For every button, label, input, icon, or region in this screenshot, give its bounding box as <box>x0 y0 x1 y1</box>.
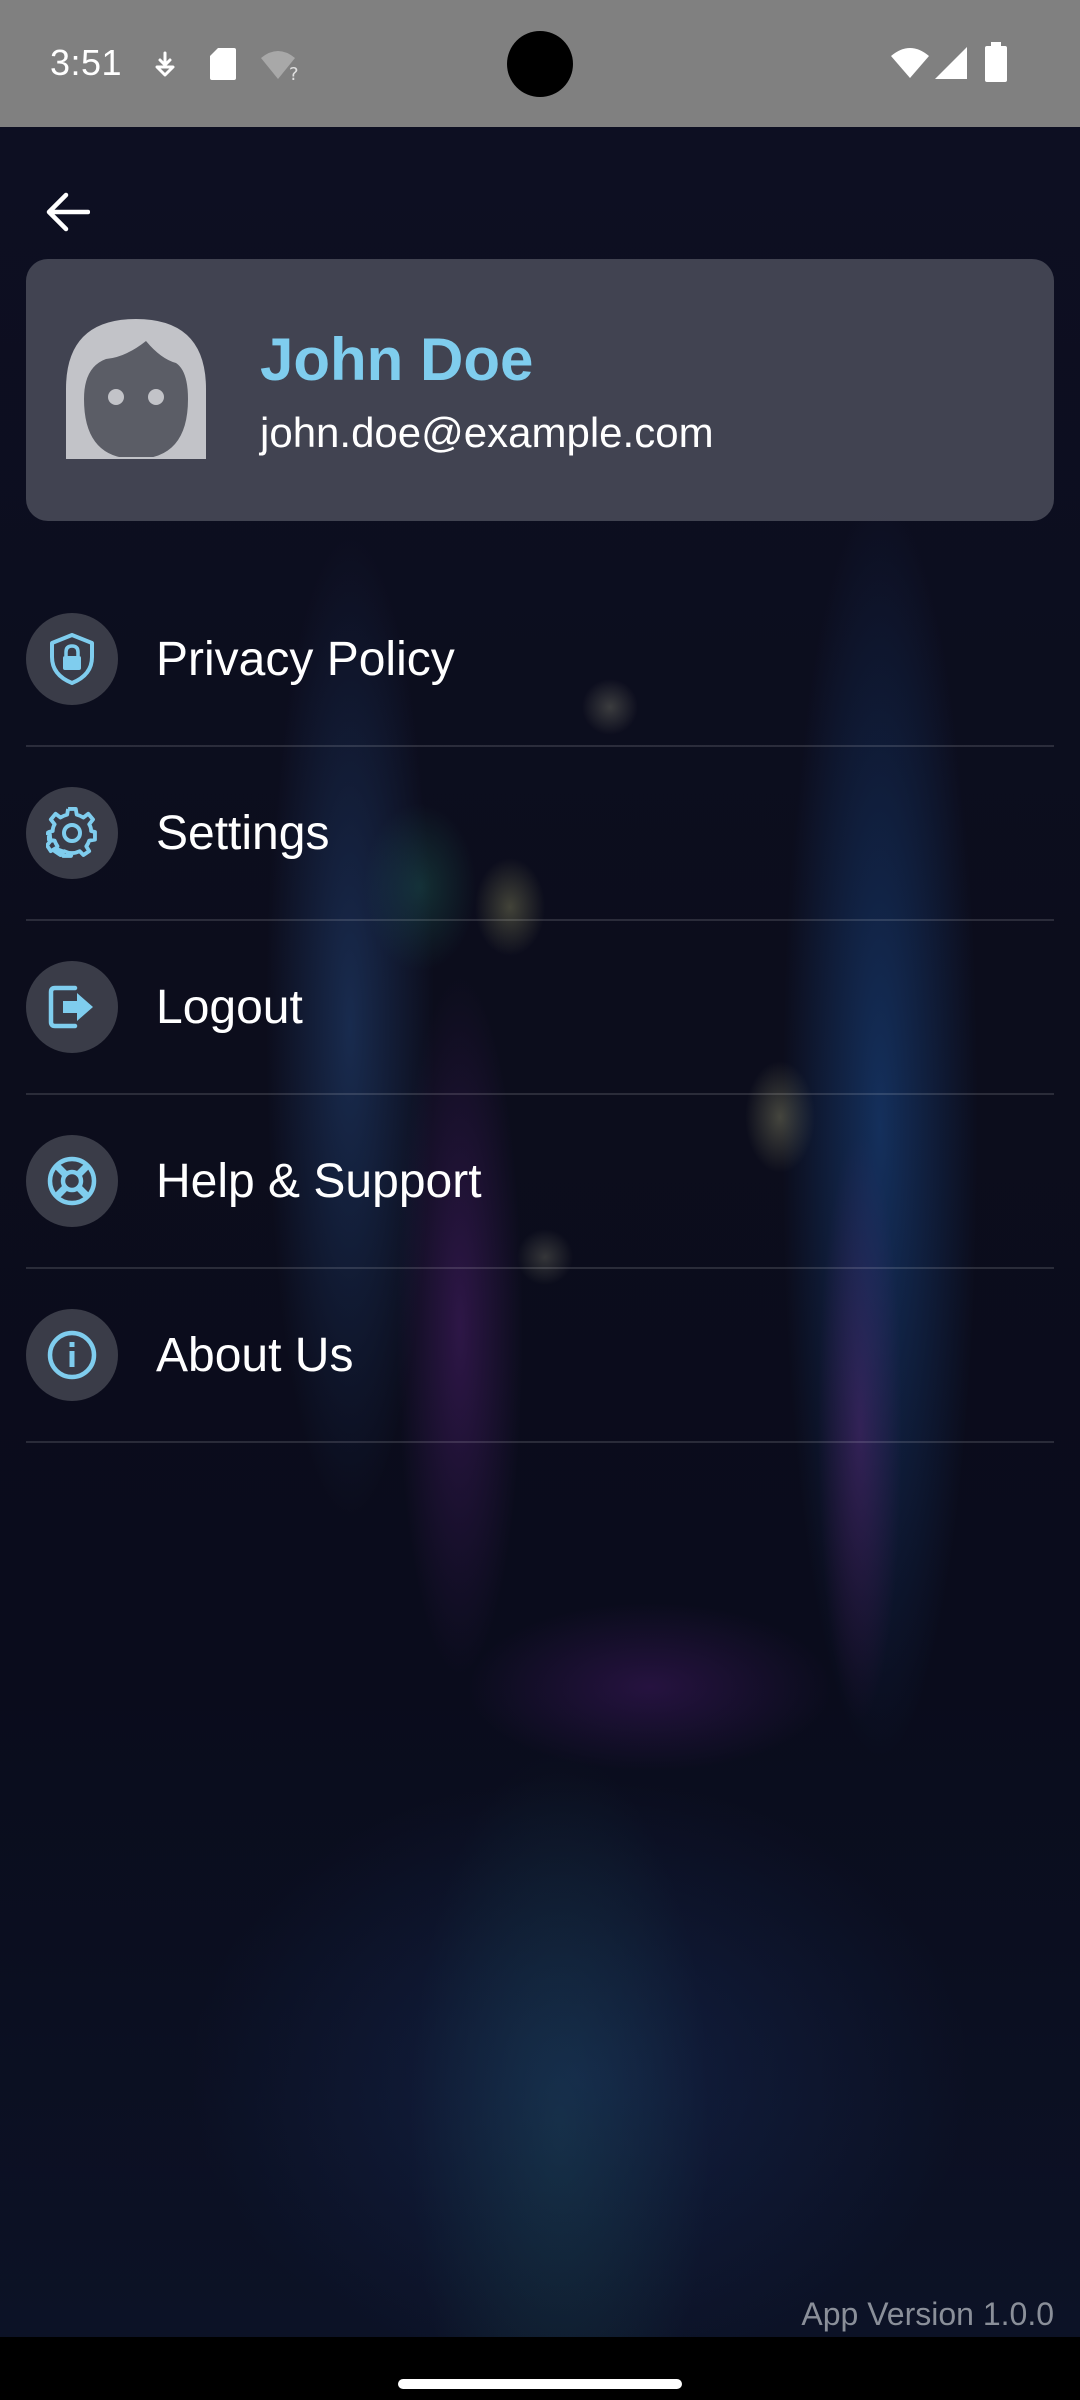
wifi-icon <box>890 46 930 85</box>
shield-lock-icon <box>50 633 94 685</box>
info-icon <box>47 1330 97 1380</box>
menu-item-privacy-policy[interactable]: Privacy Policy <box>26 573 1054 747</box>
menu-item-about-us[interactable]: About Us <box>26 1269 1054 1443</box>
drawer-screen: 3:51 ? John Doe john.doe@example.com Pri… <box>0 0 1080 2400</box>
camera-cutout <box>507 31 573 97</box>
menu-item-label: Help & Support <box>156 1154 482 1208</box>
cellular-signal-icon <box>934 46 968 85</box>
about-us-icon-container <box>26 1309 118 1401</box>
menu-item-logout[interactable]: Logout <box>26 921 1054 1095</box>
battery-icon <box>984 42 1008 87</box>
app-version: App Version 1.0.0 <box>801 2296 1054 2332</box>
menu-item-label: Logout <box>156 980 303 1034</box>
status-bar: 3:51 ? <box>0 0 1080 127</box>
face-avatar-icon <box>66 319 206 459</box>
logout-icon <box>48 985 93 1029</box>
menu-item-settings[interactable]: Settings <box>26 747 1054 921</box>
drawer-menu: Privacy Policy Settings Logout Help & Su… <box>26 573 1054 1443</box>
menu-item-label: Privacy Policy <box>156 632 455 686</box>
logout-icon-container <box>26 961 118 1053</box>
menu-item-label: About Us <box>156 1328 354 1382</box>
profile-email: john.doe@example.com <box>260 409 714 456</box>
wifi-unknown-icon: ? <box>260 48 302 87</box>
avatar <box>66 319 206 459</box>
profile-name: John Doe <box>260 326 534 393</box>
navigation-bar <box>0 2337 1080 2400</box>
settings-icon-container <box>26 787 118 879</box>
privacy-policy-icon-container <box>26 613 118 705</box>
lifebuoy-icon <box>47 1156 97 1206</box>
sd-card-icon <box>209 47 237 86</box>
help-support-icon-container <box>26 1135 118 1227</box>
back-button[interactable] <box>36 180 100 244</box>
profile-card[interactable]: John Doe john.doe@example.com <box>26 259 1054 521</box>
menu-item-help-support[interactable]: Help & Support <box>26 1095 1054 1269</box>
svg-text:?: ? <box>289 64 299 82</box>
home-indicator[interactable] <box>398 2379 682 2389</box>
download-status-icon <box>150 50 180 85</box>
gear-icon <box>46 807 97 858</box>
arrow-back-icon <box>46 192 90 232</box>
status-time: 3:51 <box>50 42 123 83</box>
menu-item-label: Settings <box>156 806 330 860</box>
